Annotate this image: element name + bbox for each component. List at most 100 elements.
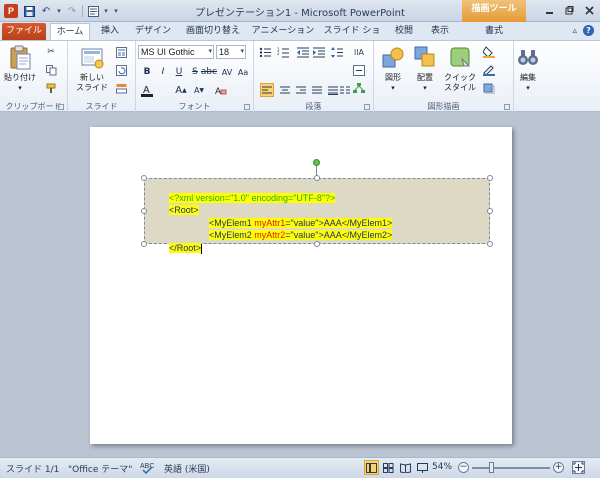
- zoom-level[interactable]: 54%: [432, 462, 452, 472]
- rotation-handle[interactable]: [313, 159, 320, 166]
- shape-effects-icon[interactable]: [482, 81, 496, 95]
- grow-font-icon[interactable]: A ▲: [174, 83, 188, 97]
- new-slide-button[interactable]: 新しい スライド: [72, 45, 112, 93]
- align-center-icon[interactable]: [278, 83, 292, 97]
- chevron-down-icon[interactable]: ▾: [240, 46, 244, 58]
- line-spacing-icon[interactable]: [330, 45, 344, 59]
- quick-styles-button[interactable]: クイック スタイル: [440, 45, 480, 93]
- resize-handle-ne[interactable]: [487, 175, 493, 181]
- shrink-font-icon[interactable]: A ▼: [192, 83, 206, 97]
- powerpoint-app-icon[interactable]: P: [4, 4, 18, 18]
- redo-icon[interactable]: ↷: [65, 4, 79, 18]
- increase-indent-icon[interactable]: [312, 45, 326, 59]
- slide-show-view-icon[interactable]: [415, 460, 430, 475]
- resize-handle-sw[interactable]: [141, 241, 147, 247]
- svg-text:A: A: [215, 86, 221, 96]
- zoom-in-icon[interactable]: +: [553, 462, 564, 473]
- undo-icon[interactable]: ↶: [39, 4, 53, 18]
- language-indicator[interactable]: 英語 (米国): [164, 462, 210, 475]
- tab-animations[interactable]: アニメーション: [250, 23, 316, 40]
- arrange-button[interactable]: 配置 ▾: [408, 45, 442, 93]
- shapes-button[interactable]: 図形 ▾: [376, 45, 410, 93]
- tab-insert[interactable]: 挿入: [94, 23, 126, 40]
- spell-check-icon[interactable]: ABC: [140, 461, 154, 477]
- shape-fill-icon[interactable]: [482, 45, 496, 59]
- slide-canvas[interactable]: <?xml version="1.0" encoding="UTF-8"?> <…: [90, 127, 512, 444]
- copy-icon[interactable]: [44, 63, 58, 77]
- minimize-ribbon-icon[interactable]: ▵: [572, 26, 577, 36]
- resize-handle-s[interactable]: [314, 241, 320, 247]
- reading-view-icon[interactable]: [398, 460, 413, 475]
- align-left-icon[interactable]: [260, 83, 274, 97]
- columns-icon[interactable]: [338, 83, 352, 97]
- customize-qat-icon[interactable]: ▾: [112, 4, 120, 18]
- group-editing: 編集 ▾: [514, 41, 544, 113]
- numbering-icon[interactable]: 12: [276, 45, 290, 59]
- align-right-icon[interactable]: [294, 83, 308, 97]
- character-spacing-icon[interactable]: AV: [220, 65, 234, 79]
- slide-sorter-view-icon[interactable]: [381, 460, 396, 475]
- close-icon[interactable]: [580, 2, 598, 18]
- resize-handle-se[interactable]: [487, 241, 493, 247]
- paste-icon: [8, 45, 32, 71]
- paragraph-dialog-launcher-icon[interactable]: [364, 104, 370, 110]
- fit-to-window-icon[interactable]: [572, 461, 585, 477]
- font-dialog-launcher-icon[interactable]: [244, 104, 250, 110]
- text-direction-icon[interactable]: llA: [352, 45, 366, 59]
- shape-outline-icon[interactable]: [482, 63, 496, 77]
- change-case-icon[interactable]: Aa: [236, 65, 250, 79]
- tab-design[interactable]: デザイン: [130, 23, 176, 40]
- xml-textbox[interactable]: <?xml version="1.0" encoding="UTF-8"?> <…: [144, 178, 490, 254]
- decrease-indent-icon[interactable]: [296, 45, 310, 59]
- shadow-icon[interactable]: S: [188, 65, 202, 79]
- minimize-icon[interactable]: [540, 2, 558, 18]
- font-name-value: MS UI Gothic: [141, 47, 195, 57]
- font-color-icon[interactable]: A: [140, 83, 154, 97]
- zoom-out-icon[interactable]: −: [458, 462, 469, 473]
- tab-format[interactable]: 書式: [464, 23, 524, 40]
- save-icon[interactable]: [22, 4, 36, 18]
- zoom-slider-track[interactable]: [472, 467, 550, 469]
- tab-home[interactable]: ホーム: [50, 23, 90, 40]
- tab-slide-show[interactable]: スライド ショー: [320, 23, 384, 52]
- align-text-icon[interactable]: [352, 63, 366, 77]
- bullets-icon[interactable]: [258, 45, 272, 59]
- section-icon[interactable]: [114, 81, 128, 95]
- resize-handle-n[interactable]: [314, 175, 320, 181]
- chevron-down-icon[interactable]: ▾: [208, 46, 212, 58]
- paste-button[interactable]: 貼り付け ▾: [2, 45, 38, 93]
- cut-icon[interactable]: ✂: [44, 45, 58, 59]
- tab-review[interactable]: 校閲: [388, 23, 420, 40]
- underline-icon[interactable]: U: [172, 65, 186, 79]
- bold-icon[interactable]: B: [140, 65, 154, 79]
- zoom-slider-thumb[interactable]: [489, 462, 494, 473]
- normal-view-icon[interactable]: [364, 460, 379, 475]
- tab-file[interactable]: ファイル: [2, 23, 46, 40]
- resize-handle-e[interactable]: [487, 208, 493, 214]
- editing-button[interactable]: 編集 ▾: [512, 45, 544, 93]
- italic-icon[interactable]: I: [156, 65, 170, 79]
- tab-transitions[interactable]: 画面切り替え: [180, 23, 246, 40]
- code-line-5: </Root>: [149, 232, 203, 265]
- strikethrough-icon[interactable]: abc: [201, 65, 217, 79]
- clipboard-dialog-launcher-icon[interactable]: [58, 104, 64, 110]
- layout-icon[interactable]: [114, 45, 128, 59]
- font-size-combo[interactable]: 18 ▾: [216, 45, 246, 59]
- help-icon[interactable]: ?: [583, 25, 594, 36]
- chevron-down-icon[interactable]: ▾: [103, 4, 109, 18]
- clear-formatting-icon[interactable]: A: [214, 83, 228, 97]
- justify-icon[interactable]: [310, 83, 324, 97]
- smartart-icon[interactable]: [352, 81, 366, 95]
- chevron-down-icon[interactable]: ▾: [56, 4, 62, 18]
- format-painter-icon[interactable]: [44, 81, 58, 95]
- drawing-dialog-launcher-icon[interactable]: [504, 104, 510, 110]
- reset-icon[interactable]: [114, 63, 128, 77]
- arrange-label: 配置: [417, 73, 433, 82]
- tab-view[interactable]: 表示: [424, 23, 456, 40]
- resize-handle-nw[interactable]: [141, 175, 147, 181]
- arrange-icon: [413, 45, 437, 71]
- font-name-combo[interactable]: MS UI Gothic ▾: [138, 45, 214, 59]
- slide-layout-icon[interactable]: [86, 4, 100, 18]
- resize-handle-w[interactable]: [141, 208, 147, 214]
- restore-icon[interactable]: [560, 2, 578, 18]
